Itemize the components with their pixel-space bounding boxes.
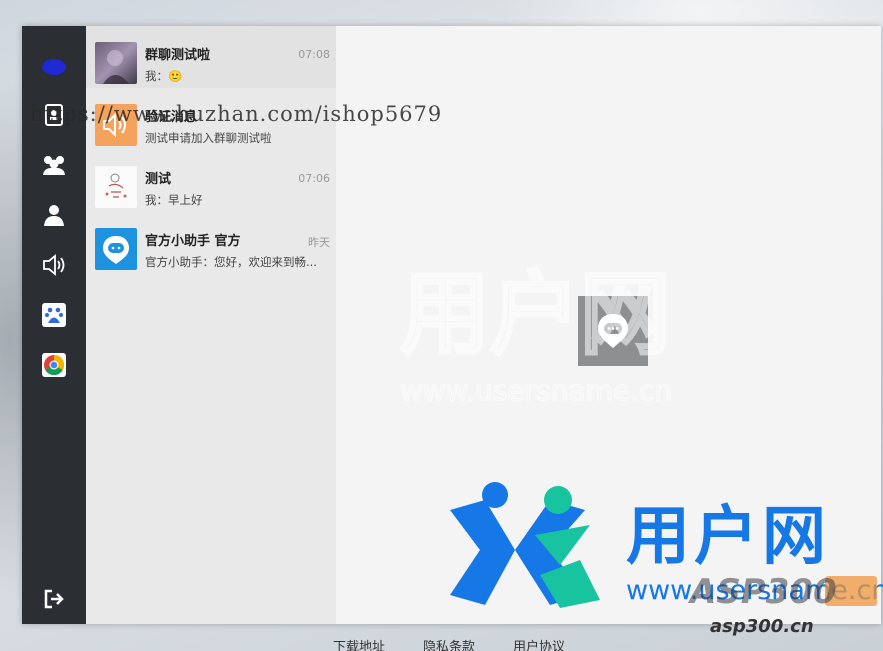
conversation-time: 昨天 xyxy=(308,236,330,249)
assistant-avatar xyxy=(95,228,137,270)
conversation-item[interactable]: 测试 07:06 我：早上好 xyxy=(86,150,336,212)
download-link[interactable]: 下载地址 xyxy=(333,636,385,651)
conversation-name: 群聊测试啦 xyxy=(145,48,211,63)
doodle-avatar xyxy=(95,166,137,208)
conversation-item[interactable]: 官方小助手 官方 昨天 官方小助手：您好，欢迎来到畅... xyxy=(86,212,336,274)
watermark-brand-faint: 用户网 www.usersname.cn xyxy=(399,260,760,414)
conversation-name: 测试 xyxy=(145,172,172,187)
conversation-preview: 我：早上好 xyxy=(145,193,203,207)
brand-logo: 用户网 www.usersname.cn ASP300 asp300.cn xyxy=(440,480,883,651)
brand-name: 用户网 xyxy=(626,500,830,574)
conversation-preview: 我：🙂 xyxy=(145,69,183,83)
conversation-item[interactable]: 群聊测试啦 07:08 我：🙂 xyxy=(86,26,336,88)
asp300-watermark: ASP300 xyxy=(690,572,837,612)
watermark-brand-faint-url: www.usersname.cn xyxy=(400,374,672,407)
speaker-icon[interactable] xyxy=(39,250,69,280)
group-icon[interactable] xyxy=(39,150,69,180)
group-avatar xyxy=(95,42,137,84)
conversation-preview: 官方小助手：您好，欢迎来到畅... xyxy=(145,255,317,269)
conversation-time: 07:06 xyxy=(298,172,330,185)
conversation-time: 07:08 xyxy=(298,48,330,61)
asp300-url: asp300.cn xyxy=(710,616,814,637)
chrome-icon[interactable] xyxy=(39,350,69,380)
conversation-name: 官方小助手 官方 xyxy=(145,234,241,249)
user-avatar[interactable] xyxy=(39,52,69,82)
baidu-icon[interactable] xyxy=(39,300,69,330)
person-icon[interactable] xyxy=(39,200,69,230)
brand-logo-icon xyxy=(450,482,600,608)
watermark-url: https://www.huzhan.com/ishop5679 xyxy=(30,102,443,126)
logout-icon[interactable] xyxy=(39,584,69,614)
conversation-preview: 测试申请加入群聊测试啦 xyxy=(145,131,272,145)
watermark-brand-faint-cn: 用户网 xyxy=(400,262,670,367)
